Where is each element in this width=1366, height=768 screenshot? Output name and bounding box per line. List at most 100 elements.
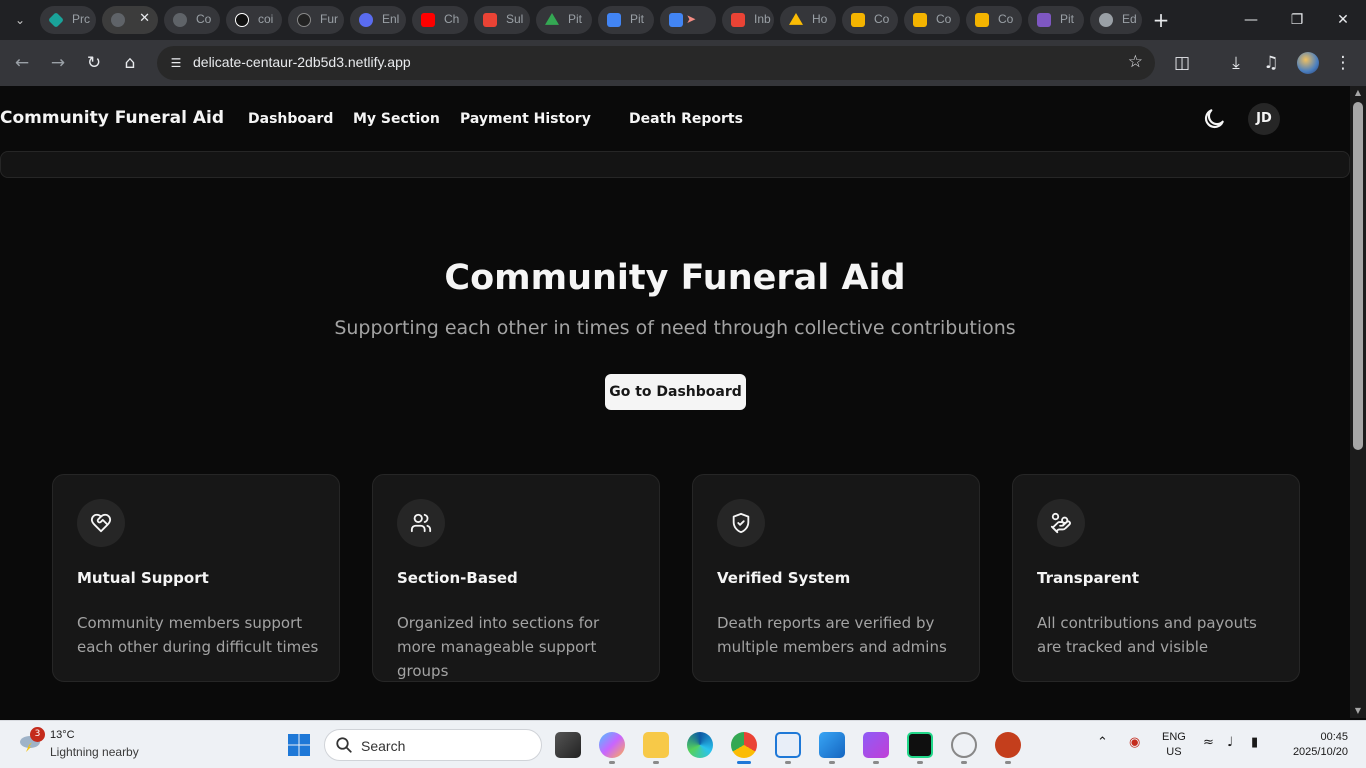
- page-scrollbar[interactable]: ▲ ▼: [1350, 86, 1366, 718]
- tab-title: Co: [196, 12, 212, 26]
- battery-icon[interactable]: ▮: [1251, 735, 1258, 750]
- browser-tab[interactable]: Co: [164, 6, 220, 34]
- weather-temperature[interactable]: 13°C: [50, 729, 75, 741]
- chrome-icon[interactable]: [731, 732, 757, 758]
- drive-icon: [545, 13, 559, 25]
- hero-subtitle: Supporting each other in times of need t…: [334, 317, 1016, 339]
- close-window-button[interactable]: ✕: [1331, 8, 1355, 32]
- feature-title: Transparent: [1037, 569, 1139, 587]
- language-indicator[interactable]: ENG US: [1162, 730, 1186, 760]
- snipping-tool-icon[interactable]: [775, 732, 801, 758]
- slides-icon: [975, 13, 989, 27]
- system-clock[interactable]: 00:45 2025/10/20: [1293, 730, 1348, 760]
- taskbar-search-box[interactable]: Search: [324, 729, 542, 761]
- security-status-icon[interactable]: ◉: [1129, 735, 1140, 750]
- brand-logo[interactable]: Community Funeral Aid: [0, 108, 224, 128]
- windows-start-icon[interactable]: [287, 733, 311, 757]
- home-button[interactable]: ⌂: [118, 51, 142, 75]
- windows-taskbar: 3 13°C Lightning nearby Search ⌃ ◉ ENG U…: [0, 720, 1366, 768]
- browser-tab[interactable]: Pit: [1028, 6, 1084, 34]
- tab-title: Ho: [812, 12, 828, 26]
- media-control-icon[interactable]: ♫: [1259, 51, 1283, 75]
- forward-button[interactable]: →: [46, 51, 70, 75]
- tab-title: Ch: [444, 12, 460, 26]
- docs-icon: [669, 13, 683, 27]
- tab-title: Ed: [1122, 12, 1137, 26]
- restore-button[interactable]: ❐: [1285, 8, 1309, 32]
- browser-tab[interactable]: Ch: [412, 6, 468, 34]
- browser-tab[interactable]: Fur: [288, 6, 344, 34]
- scroll-thumb[interactable]: [1353, 102, 1363, 450]
- tab-title: Fur: [320, 12, 338, 26]
- site-info-icon[interactable]: ☰: [167, 54, 185, 72]
- close-tab-icon[interactable]: ✕: [139, 11, 150, 26]
- copilot-icon[interactable]: [599, 732, 625, 758]
- scroll-up-icon[interactable]: ▲: [1353, 88, 1363, 98]
- browser-tab[interactable]: Sul: [474, 6, 530, 34]
- browser-tab[interactable]: Co: [966, 6, 1022, 34]
- tab-title: Sul: [506, 12, 524, 26]
- browser-tab[interactable]: Ho: [780, 6, 836, 34]
- slides-icon: [913, 13, 927, 27]
- nav-death-reports[interactable]: Death Reports: [629, 111, 743, 127]
- minimize-button[interactable]: —: [1239, 8, 1263, 32]
- edge-icon[interactable]: [687, 732, 713, 758]
- downloads-icon[interactable]: ⤓: [1224, 51, 1248, 75]
- browser-tab[interactable]: ➤: [660, 6, 716, 34]
- user-avatar[interactable]: JD: [1248, 103, 1280, 135]
- search-icon: [335, 736, 353, 754]
- bookmark-star-icon[interactable]: ☆: [1128, 52, 1143, 72]
- back-button[interactable]: ←: [10, 51, 34, 75]
- weather-description[interactable]: Lightning nearby: [50, 745, 139, 759]
- weather-badge: 3: [30, 727, 45, 742]
- feature-card-mutual-support: Mutual Support Community members support…: [52, 474, 340, 682]
- go-to-dashboard-button[interactable]: Go to Dashboard: [605, 374, 746, 410]
- task-view-icon[interactable]: [555, 732, 581, 758]
- browser-tab[interactable]: Prc: [40, 6, 96, 34]
- nav-my-section[interactable]: My Section: [353, 111, 440, 127]
- file-explorer-icon[interactable]: [643, 732, 669, 758]
- running-indicator: [609, 761, 615, 764]
- tab-search-chevron-icon[interactable]: ⌄: [10, 10, 30, 30]
- keyboard-layout: US: [1166, 746, 1182, 758]
- moon-icon[interactable]: [1201, 106, 1227, 132]
- tab-title: Co: [874, 12, 890, 26]
- rocket-icon: ➤: [686, 12, 697, 26]
- browser-tab[interactable]: coi: [226, 6, 282, 34]
- show-hidden-icons-chevron[interactable]: ⌃: [1097, 735, 1108, 750]
- wifi-icon[interactable]: ≈: [1203, 735, 1214, 750]
- browser-tab[interactable]: Ed: [1090, 6, 1142, 34]
- tab-title: Pit: [568, 12, 583, 26]
- browser-tab[interactable]: Pit: [536, 6, 592, 34]
- browser-tab[interactable]: Co: [904, 6, 960, 34]
- feature-title: Verified System: [717, 569, 851, 587]
- active-indicator: [737, 761, 751, 764]
- browser-tab[interactable]: Pit: [598, 6, 654, 34]
- feature-card-transparent: Transparent All contributions and payout…: [1012, 474, 1300, 682]
- browser-tab[interactable]: Enl: [350, 6, 406, 34]
- browser-tab-active[interactable]: ✕: [102, 6, 158, 34]
- tab-title: Pit: [1060, 12, 1075, 26]
- nav-dashboard[interactable]: Dashboard: [248, 111, 333, 127]
- menu-kebab-icon[interactable]: ⋮: [1331, 51, 1355, 75]
- volume-icon[interactable]: ♩: [1227, 735, 1233, 750]
- reload-button[interactable]: ↻: [82, 51, 106, 75]
- gmail-icon: [731, 13, 745, 27]
- scroll-down-icon[interactable]: ▼: [1353, 706, 1363, 716]
- pycharm-icon[interactable]: [907, 732, 933, 758]
- docs-icon: [607, 13, 621, 27]
- photos-icon[interactable]: [819, 732, 845, 758]
- address-bar[interactable]: ☰ delicate-centaur-2db5d3.netlify.app ☆: [157, 46, 1155, 80]
- feature-description: All contributions and payouts are tracke…: [1037, 614, 1257, 656]
- url-text[interactable]: delicate-centaur-2db5d3.netlify.app: [193, 54, 411, 70]
- nav-payment-history[interactable]: Payment History: [460, 111, 591, 127]
- powerpoint-icon[interactable]: [995, 732, 1021, 758]
- browser-tab[interactable]: Co: [842, 6, 898, 34]
- obs-icon[interactable]: [951, 732, 977, 758]
- new-tab-button[interactable]: +: [1148, 8, 1174, 32]
- profile-avatar[interactable]: [1297, 52, 1319, 74]
- globe-icon: [111, 13, 125, 27]
- browser-tab[interactable]: Inb: [722, 6, 774, 34]
- clipchamp-icon[interactable]: [863, 732, 889, 758]
- extensions-icon[interactable]: ◫: [1170, 51, 1194, 75]
